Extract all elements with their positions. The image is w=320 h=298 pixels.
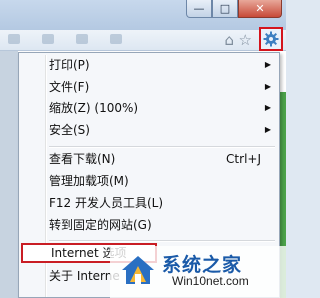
caption-buttons: — □ ✕	[186, 0, 282, 18]
menu-item-print[interactable]: 打印(P) ▶	[23, 55, 275, 75]
menu-item-safety[interactable]: 安全(S) ▶	[23, 120, 275, 140]
submenu-arrow-icon: ▶	[264, 103, 271, 112]
toolbar-button[interactable]	[8, 34, 20, 44]
maximize-button[interactable]: □	[212, 0, 238, 18]
tools-button[interactable]	[259, 27, 283, 51]
command-bar-blurred	[8, 34, 122, 44]
menu-item-shortcut: Ctrl+J	[226, 152, 261, 166]
page-left-edge	[0, 51, 18, 298]
watermark-title: 系统之家	[162, 254, 243, 276]
menu-item-pinned-sites[interactable]: 转到固定的网站(G)	[23, 215, 275, 235]
submenu-arrow-icon: ▶	[264, 82, 271, 91]
menu-item-zoom[interactable]: 缩放(Z) (100%) ▶	[23, 98, 275, 118]
toolbar-button[interactable]	[42, 34, 54, 44]
menu-item-manage-addons[interactable]: 管理加载项(M)	[23, 171, 275, 191]
menu-item-label: F12 开发人员工具(L)	[49, 196, 164, 210]
minimize-button[interactable]: —	[186, 0, 212, 18]
browser-toolbar: ⌂ ☆	[0, 27, 286, 51]
close-button[interactable]: ✕	[238, 0, 282, 18]
menu-separator	[49, 240, 275, 242]
watermark: 系统之家 Win10net.com	[110, 246, 286, 298]
toolbar-button[interactable]	[110, 34, 122, 44]
menu-item-view-downloads[interactable]: 查看下载(N) Ctrl+J	[23, 149, 275, 169]
menu-item-label: 安全(S)	[49, 123, 90, 137]
menu-item-label: 打印(P)	[49, 58, 90, 72]
submenu-arrow-icon: ▶	[264, 125, 271, 134]
submenu-arrow-icon: ▶	[264, 60, 271, 69]
menu-separator	[49, 146, 275, 148]
menu-item-label: 文件(F)	[49, 80, 90, 94]
menu-item-label: 转到固定的网站(G)	[49, 218, 152, 232]
watermark-url: Win10net.com	[172, 274, 249, 288]
house-logo-icon	[122, 256, 154, 284]
gear-icon	[263, 31, 279, 47]
menu-item-label: 查看下载(N)	[49, 152, 116, 166]
menu-item-developer-tools[interactable]: F12 开发人员工具(L)	[23, 193, 275, 213]
menu-item-label: 缩放(Z) (100%)	[49, 101, 139, 115]
menu-item-label: 管理加载项(M)	[49, 174, 129, 188]
toolbar-button[interactable]	[76, 34, 88, 44]
star-icon[interactable]: ☆	[239, 31, 252, 49]
home-icon[interactable]: ⌂	[224, 31, 234, 49]
menu-item-file[interactable]: 文件(F) ▶	[23, 77, 275, 97]
window-titlebar: — □ ✕	[0, 0, 286, 30]
